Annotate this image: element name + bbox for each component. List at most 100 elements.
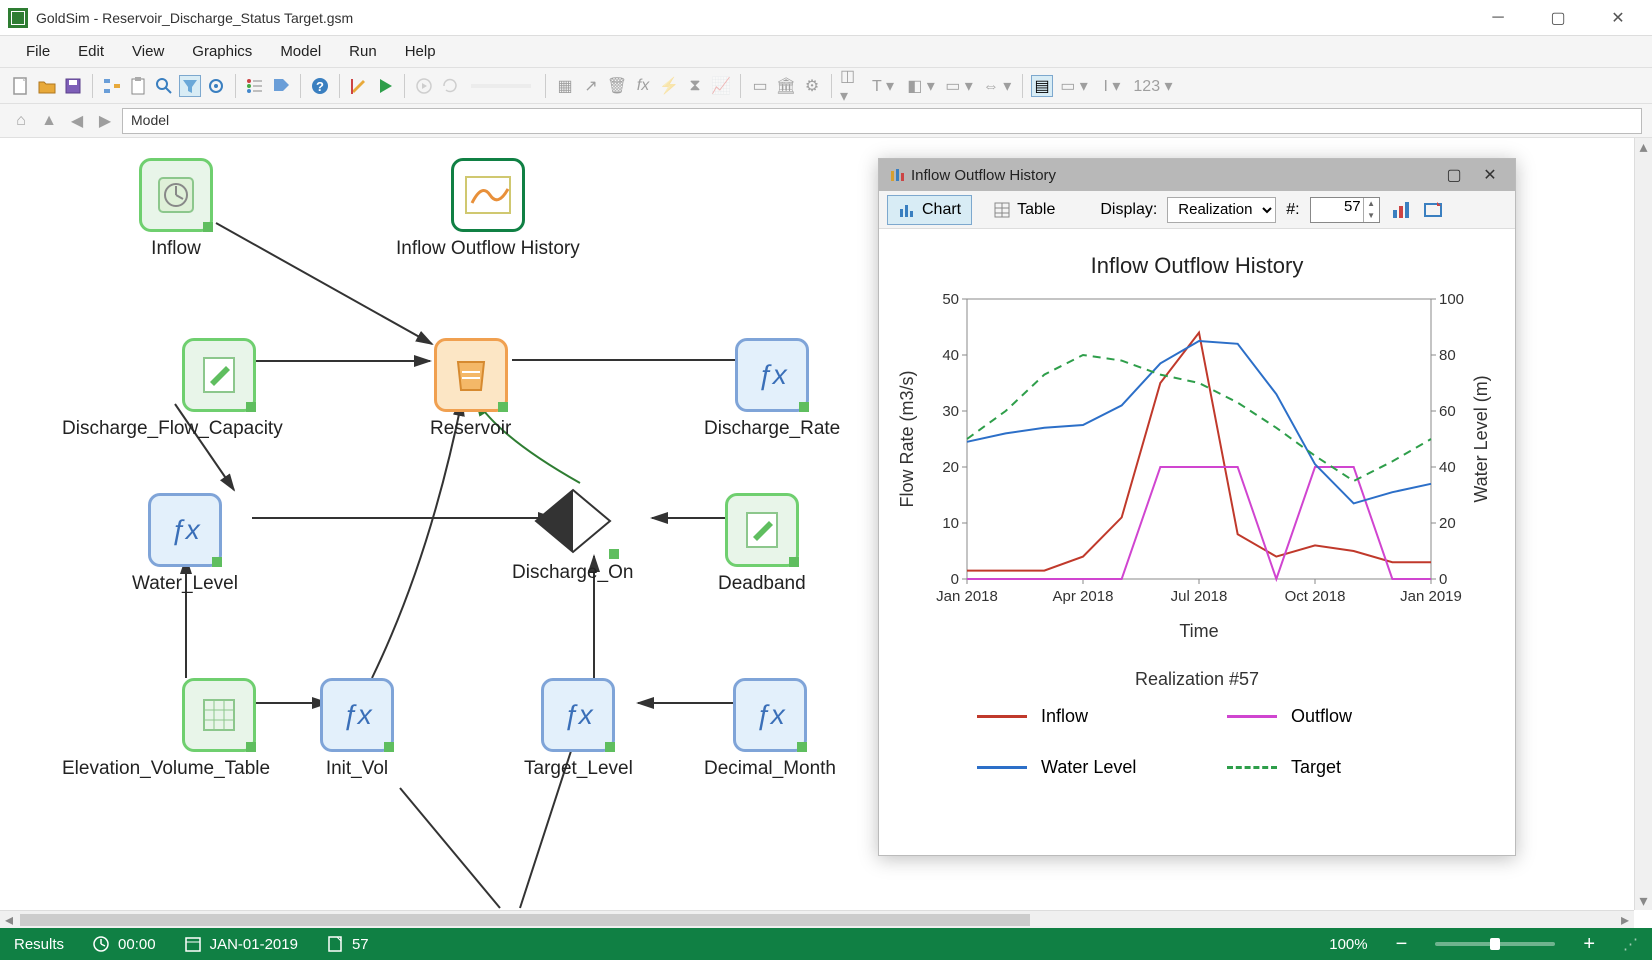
run-icon[interactable] [374, 75, 396, 97]
resize-grip-icon[interactable]: ⋰ [1623, 935, 1638, 953]
menu-view[interactable]: View [118, 37, 178, 66]
horizontal-scrollbar[interactable]: ◂ ▸ [0, 910, 1634, 928]
tag-icon[interactable] [270, 75, 292, 97]
home-icon: ⌂ [10, 110, 32, 132]
zoom-slider[interactable] [1435, 942, 1555, 946]
filter-icon[interactable] [179, 75, 201, 97]
menu-edit[interactable]: Edit [64, 37, 118, 66]
step-icon [413, 75, 435, 97]
node-inflow[interactable]: Inflow [139, 158, 213, 260]
panel-title-text: Inflow Outflow History [911, 167, 1433, 184]
realization-number-input[interactable]: 57 ▲▼ [1310, 197, 1380, 223]
display-select[interactable]: Realization [1167, 197, 1276, 223]
node-target-level[interactable]: ƒx Target_Level [524, 678, 633, 780]
up-icon: ▲ [38, 110, 60, 132]
bar-chart-icon [898, 201, 916, 219]
menu-file[interactable]: File [12, 37, 64, 66]
tab-chart-label: Chart [922, 201, 961, 219]
svg-text:ƒx: ƒx [757, 359, 788, 390]
menu-help[interactable]: Help [391, 37, 450, 66]
tab-table-label: Table [1017, 201, 1055, 219]
bolt-icon: ⚡ [658, 75, 680, 97]
forward-icon: ▶ [94, 110, 116, 132]
edit-icon[interactable] [348, 75, 370, 97]
gear-icon[interactable] [205, 75, 227, 97]
panel-maximize-button[interactable]: ▢ [1439, 164, 1469, 186]
tree-icon[interactable] [101, 75, 123, 97]
node-init-vol[interactable]: ƒx Init_Vol [320, 678, 394, 780]
window-title: GoldSim - Reservoir_Discharge_Status Tar… [36, 10, 353, 26]
menu-model[interactable]: Model [266, 37, 335, 66]
node-reservoir[interactable]: Reservoir [430, 338, 511, 440]
zoom-in-button[interactable]: + [1583, 933, 1595, 956]
panel-titlebar[interactable]: Inflow Outflow History ▢ ✕ [879, 159, 1515, 191]
svg-text:50: 50 [942, 291, 959, 308]
maximize-button[interactable]: ▢ [1542, 6, 1574, 30]
spin-up-icon[interactable]: ▲ [1364, 198, 1379, 210]
list-icon[interactable] [244, 75, 266, 97]
node-inflow-outflow-history[interactable]: Inflow Outflow History [396, 158, 580, 260]
status-time: 00:00 [92, 935, 156, 953]
breadcrumb[interactable]: Model [122, 108, 1642, 134]
svg-text:Apr 2018: Apr 2018 [1053, 588, 1114, 605]
hash-label: #: [1286, 201, 1299, 219]
new-icon[interactable] [10, 75, 32, 97]
node-label: Discharge_Flow_Capacity [62, 418, 283, 440]
minimize-button[interactable]: ─ [1482, 6, 1514, 30]
save-icon[interactable] [62, 75, 84, 97]
node-label: Decimal_Month [704, 758, 836, 780]
svg-text:Water Level (m): Water Level (m) [1471, 375, 1491, 502]
plot-icon: 📈 [710, 75, 732, 97]
rect-icon: ▭ ▾ [1057, 75, 1091, 97]
export-chart-icon[interactable] [1422, 199, 1444, 221]
spin-down-icon[interactable]: ▼ [1364, 210, 1379, 222]
slider-icon [471, 84, 531, 88]
chart-open-icon: ↗ [580, 75, 602, 97]
node-label: Deadband [718, 573, 806, 595]
scroll-down-icon[interactable]: ▾ [1635, 892, 1652, 910]
menu-graphics[interactable]: Graphics [178, 37, 266, 66]
open-icon[interactable] [36, 75, 58, 97]
layer-icon[interactable]: ▤ [1031, 75, 1053, 97]
node-water-level[interactable]: ƒx Water_Level [132, 493, 238, 595]
help-icon[interactable]: ? [309, 75, 331, 97]
chart-panel[interactable]: Inflow Outflow History ▢ ✕ Chart Table D… [878, 158, 1516, 856]
tab-table[interactable]: Table [982, 195, 1066, 225]
svg-text:30: 30 [942, 403, 959, 420]
legend-inflow: Inflow [1041, 706, 1088, 727]
close-button[interactable]: ✕ [1602, 6, 1634, 30]
app-icon [8, 8, 28, 28]
clipboard-icon[interactable] [127, 75, 149, 97]
svg-text:40: 40 [942, 347, 959, 364]
status-bar: Results 00:00 JAN-01-2019 57 100% − + ⋰ [0, 928, 1652, 960]
node-discharge-flow-capacity[interactable]: Discharge_Flow_Capacity [62, 338, 283, 440]
panel-close-button[interactable]: ✕ [1475, 164, 1505, 186]
svg-text:20: 20 [1439, 515, 1456, 532]
node-discharge-on[interactable]: Discharge_On [512, 486, 633, 584]
tab-chart[interactable]: Chart [887, 195, 972, 225]
status-realization: 57 [326, 935, 369, 953]
vertical-scrollbar[interactable]: ▴ ▾ [1634, 138, 1652, 910]
svg-text:0: 0 [1439, 571, 1447, 588]
node-elevation-volume-table[interactable]: Elevation_Volume_Table [62, 678, 270, 780]
scroll-thumb[interactable] [20, 914, 1030, 926]
sort-chart-icon[interactable] [1390, 199, 1412, 221]
db-icon: ▭ [749, 75, 771, 97]
node-decimal-month[interactable]: ƒx Decimal_Month [704, 678, 836, 780]
scroll-up-icon[interactable]: ▴ [1635, 138, 1652, 156]
scroll-right-icon[interactable]: ▸ [1616, 911, 1634, 928]
ibar-icon: I ▾ [1095, 75, 1129, 97]
legend-outflow: Outflow [1291, 706, 1352, 727]
panel-toolbar: Chart Table Display: Realization #: 57 ▲… [879, 191, 1515, 229]
svg-text:ƒx: ƒx [564, 699, 595, 730]
chart-title: Inflow Outflow History [893, 253, 1501, 279]
node-discharge-rate[interactable]: ƒx Discharge_Rate [704, 338, 840, 440]
search-icon[interactable] [153, 75, 175, 97]
cog2-icon: ⚙ [801, 75, 823, 97]
menu-run[interactable]: Run [335, 37, 391, 66]
svg-text:Oct 2018: Oct 2018 [1285, 588, 1346, 605]
zoom-out-button[interactable]: − [1396, 933, 1408, 956]
svg-text:Flow Rate (m3/s): Flow Rate (m3/s) [897, 370, 917, 507]
node-deadband[interactable]: Deadband [718, 493, 806, 595]
scroll-left-icon[interactable]: ◂ [0, 911, 18, 928]
